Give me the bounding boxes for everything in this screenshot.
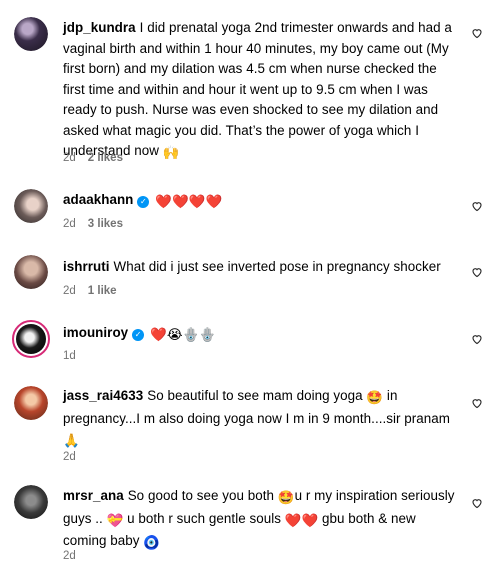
comment-meta: 2d bbox=[63, 550, 76, 562]
comment-text: So good to see you both bbox=[127, 488, 275, 503]
emoji: 🤩 bbox=[277, 490, 295, 505]
comment-time: 2d bbox=[63, 218, 76, 230]
likes-count[interactable]: 3 likes bbox=[88, 218, 123, 230]
username[interactable]: mrsr_ana bbox=[63, 488, 124, 503]
comment-time: 2d bbox=[63, 285, 76, 297]
comment-body: jdp_kundra I did prenatal yoga 2nd trimes… bbox=[63, 18, 458, 164]
heart-outline-icon[interactable] bbox=[471, 200, 483, 212]
username[interactable]: ishrruti bbox=[63, 259, 110, 274]
verified-badge-icon: ✓ bbox=[132, 329, 145, 341]
comment-meta: 2d 3 likes bbox=[63, 218, 123, 230]
emoji: 🤩 bbox=[366, 390, 384, 405]
comment-time: 2d bbox=[63, 152, 76, 164]
avatar[interactable] bbox=[14, 17, 48, 51]
comment-meta: 2d 1 like bbox=[63, 285, 117, 297]
comment-text: u both r such gentle souls bbox=[127, 510, 281, 526]
comment-time: 2d bbox=[63, 550, 76, 562]
username[interactable]: jass_rai4633 bbox=[63, 388, 143, 403]
comment-body: ishrruti What did i just see inverted pos… bbox=[63, 257, 458, 278]
avatar[interactable] bbox=[14, 255, 48, 289]
heart-outline-icon[interactable] bbox=[471, 397, 483, 409]
comment-body: imouniroy ✓ ❤️😭🪬🪬 bbox=[63, 323, 458, 346]
heart-outline-icon[interactable] bbox=[471, 333, 483, 345]
avatar[interactable] bbox=[14, 386, 48, 420]
emoji: 💝 bbox=[106, 512, 124, 528]
username[interactable]: imouniroy bbox=[63, 325, 128, 340]
username[interactable]: jdp_kundra bbox=[63, 20, 136, 35]
comment-body: adaakhann ✓ ❤️❤️❤️❤️ bbox=[63, 190, 458, 213]
username[interactable]: adaakhann bbox=[63, 192, 133, 207]
heart-outline-icon[interactable] bbox=[471, 497, 483, 509]
comment-time: 1d bbox=[63, 350, 76, 362]
comment-text: What did i just see inverted pose in pre… bbox=[113, 259, 441, 274]
emoji: 🧿 bbox=[143, 535, 160, 550]
comment-body: mrsr_ana So good to see you both 🤩u r my … bbox=[63, 486, 458, 554]
comment-meta: 2d 2 likes bbox=[63, 152, 123, 164]
avatar[interactable] bbox=[14, 485, 48, 519]
comment-text: So beautiful to see mam doing yoga bbox=[147, 388, 363, 403]
emoji: 🙏 bbox=[63, 433, 80, 448]
comment-body: jass_rai4633 So beautiful to see mam doin… bbox=[63, 386, 458, 452]
emoji: ❤️❤️ bbox=[284, 512, 319, 528]
verified-badge-icon: ✓ bbox=[137, 196, 150, 208]
comment-text: I did prenatal yoga 2nd trimester onward… bbox=[63, 20, 452, 158]
emoji: ❤️❤️❤️❤️ bbox=[155, 194, 223, 209]
emoji: ❤️😭🪬🪬 bbox=[150, 327, 217, 342]
likes-count[interactable]: 1 like bbox=[88, 285, 117, 297]
comment-meta: 2d bbox=[63, 451, 76, 463]
avatar[interactable] bbox=[12, 320, 50, 358]
heart-outline-icon[interactable] bbox=[471, 266, 483, 278]
avatar[interactable] bbox=[14, 189, 48, 223]
heart-outline-icon[interactable] bbox=[471, 27, 483, 39]
emoji: 🙌 bbox=[162, 145, 180, 160]
likes-count[interactable]: 2 likes bbox=[88, 152, 123, 164]
comment-time: 2d bbox=[63, 451, 76, 463]
comment-meta: 1d bbox=[63, 350, 76, 362]
